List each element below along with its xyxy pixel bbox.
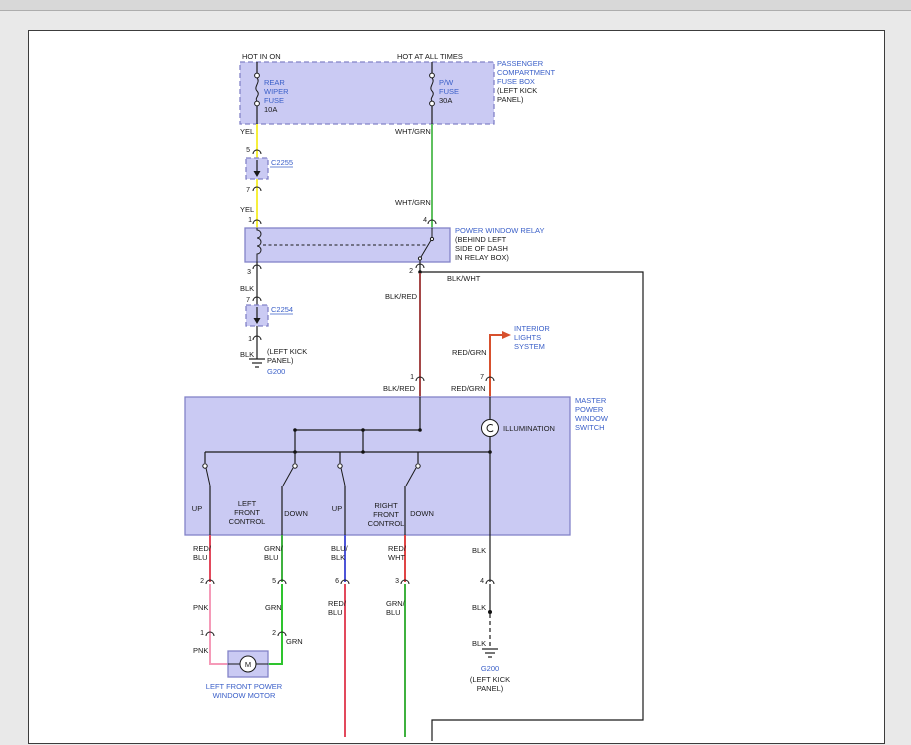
g200-label: G200	[267, 367, 285, 376]
relay-location-line: IN RELAY BOX)	[455, 253, 509, 262]
pin-number: 3	[247, 269, 251, 276]
master-switch-title-line: SWITCH	[575, 423, 605, 432]
pin-number: 6	[335, 578, 339, 585]
switch-label-right-control: FRONT	[373, 510, 399, 519]
c2255-label: C2255	[271, 158, 293, 167]
wire-label-red-grn: RED/GRN	[451, 384, 486, 393]
pin-number: 2	[272, 630, 276, 637]
pin-number: 1	[200, 630, 204, 637]
switch-label-left-control: FRONT	[234, 508, 260, 517]
wire-label-grn-blu: GRN/	[264, 544, 284, 553]
pin-number: 4	[480, 578, 484, 585]
wire-label-red-blu: RED/	[328, 599, 347, 608]
interior-lights-label-line: SYSTEM	[514, 342, 545, 351]
rear-wiper-fuse-label: FUSE	[264, 96, 284, 105]
wire-label-yel: YEL	[240, 127, 254, 136]
pw-fuse-label: P/W	[439, 78, 454, 87]
pw-fuse-label: FUSE	[439, 87, 459, 96]
wire-label-blk: BLK	[472, 639, 486, 648]
fuse-box-title-line: FUSE BOX	[497, 77, 535, 86]
pin-number: 2	[200, 578, 204, 585]
switch-label-left-control: CONTROL	[229, 517, 266, 526]
motor-title-line: LEFT FRONT POWER	[206, 682, 283, 691]
pin-number: 3	[395, 578, 399, 585]
pin-number: 4	[423, 217, 427, 224]
pw-fuse-rating: 30A	[439, 96, 452, 105]
wire-label-blu-blk: BLU/	[331, 544, 349, 553]
pin-number: 7	[246, 297, 250, 304]
master-switch-title-line: MASTER	[575, 396, 607, 405]
master-switch-title-line: WINDOW	[575, 414, 609, 423]
illumination-label: ILLUMINATION	[503, 424, 555, 433]
wire-label-red-blu: BLU	[193, 553, 208, 562]
wire-label-pnk: PNK	[193, 646, 208, 655]
power-window-relay: POWER WINDOW RELAY (BEHIND LEFT SIDE OF …	[245, 226, 544, 262]
wire-label-grn-blu: BLU	[264, 553, 279, 562]
ground-location-line: PANEL)	[477, 684, 504, 693]
wire-label-blk: BLK	[240, 284, 254, 293]
relay-location-line: (BEHIND LEFT	[455, 235, 507, 244]
wire-label-blu-blk: BLK	[331, 553, 345, 562]
pin-number: 2	[409, 268, 413, 275]
wire-label-grn-blu: GRN/	[386, 599, 406, 608]
ground-location-line: (LEFT KICK	[470, 675, 510, 684]
wire-label-blk: BLK	[240, 350, 254, 359]
wire-label-red-blu: RED/	[193, 544, 212, 553]
wire-label-grn: GRN	[265, 603, 282, 612]
wire-label-grn: GRN	[286, 637, 303, 646]
relay-title: POWER WINDOW RELAY	[455, 226, 544, 235]
fuse-box-title-line: PASSENGER	[497, 59, 544, 68]
master-switch-title-line: POWER	[575, 405, 604, 414]
fuse-box-location-line: PANEL)	[497, 95, 524, 104]
wire-label-wht-grn: WHT/GRN	[395, 127, 431, 136]
ground-location-line: PANEL)	[267, 356, 294, 365]
wire-label-blk: BLK	[472, 546, 486, 555]
interior-lights-label-line: INTERIOR	[514, 324, 550, 333]
wire-label-red-wht: RED/	[388, 544, 407, 553]
switch-label-right-control: CONTROL	[368, 519, 405, 528]
wire-label-red-grn: RED/GRN	[452, 348, 487, 357]
pin-number: 7	[246, 187, 250, 194]
wire-label-wht-grn: WHT/GRN	[395, 198, 431, 207]
switch-label-left-control: LEFT	[238, 499, 257, 508]
interior-lights-label-line: LIGHTS	[514, 333, 541, 342]
wire-label-red-blu: BLU	[328, 608, 343, 617]
window-top-strip	[0, 0, 911, 10]
wire-label-blk: BLK	[472, 603, 486, 612]
motor-m-symbol: M	[245, 660, 251, 669]
wire-label-yel: YEL	[240, 205, 254, 214]
wire-label-blk-wht: BLK/WHT	[447, 274, 481, 283]
master-power-window-switch: ILLUMINATION UP LEFT FRONT CONTROL DOWN …	[185, 396, 609, 535]
switch-label-down-right: DOWN	[410, 509, 434, 518]
motor-title-line: WINDOW MOTOR	[213, 691, 276, 700]
wire-label-grn-blu: BLU	[386, 608, 401, 617]
pin-number: 1	[248, 336, 252, 343]
c2254-label: C2254	[271, 305, 293, 314]
ground-location-line: (LEFT KICK	[267, 347, 307, 356]
g200-label: G200	[481, 664, 499, 673]
pin-number: 1	[248, 217, 252, 224]
relay-location-line: SIDE OF DASH	[455, 244, 508, 253]
wiring-diagram-canvas: HOT IN ON HOT AT ALL TIMES REAR WIPER FU…	[0, 0, 911, 745]
rear-wiper-fuse-label: REAR	[264, 78, 285, 87]
switch-label-right-control: RIGHT	[374, 501, 398, 510]
pin-number: 7	[480, 374, 484, 381]
switch-label-up-right: UP	[332, 504, 342, 513]
rear-wiper-fuse-label: WIPER	[264, 87, 289, 96]
pin-number: 1	[410, 374, 414, 381]
wire-label-blk-red: BLK/RED	[385, 292, 418, 301]
rear-wiper-fuse-rating: 10A	[264, 105, 277, 114]
hot-in-on-label: HOT IN ON	[242, 52, 281, 61]
wire-label-pnk: PNK	[193, 603, 208, 612]
fuse-box-title-line: COMPARTMENT	[497, 68, 555, 77]
pin-number: 5	[272, 578, 276, 585]
fuse-box-location-line: (LEFT KICK	[497, 86, 537, 95]
switch-label-down-left: DOWN	[284, 509, 308, 518]
hot-at-all-times-label: HOT AT ALL TIMES	[397, 52, 463, 61]
wire-label-blk-red: BLK/RED	[383, 384, 416, 393]
pin-number: 5	[246, 147, 250, 154]
switch-label-up-left: UP	[192, 504, 202, 513]
wire-label-red-wht: WHT	[388, 553, 405, 562]
